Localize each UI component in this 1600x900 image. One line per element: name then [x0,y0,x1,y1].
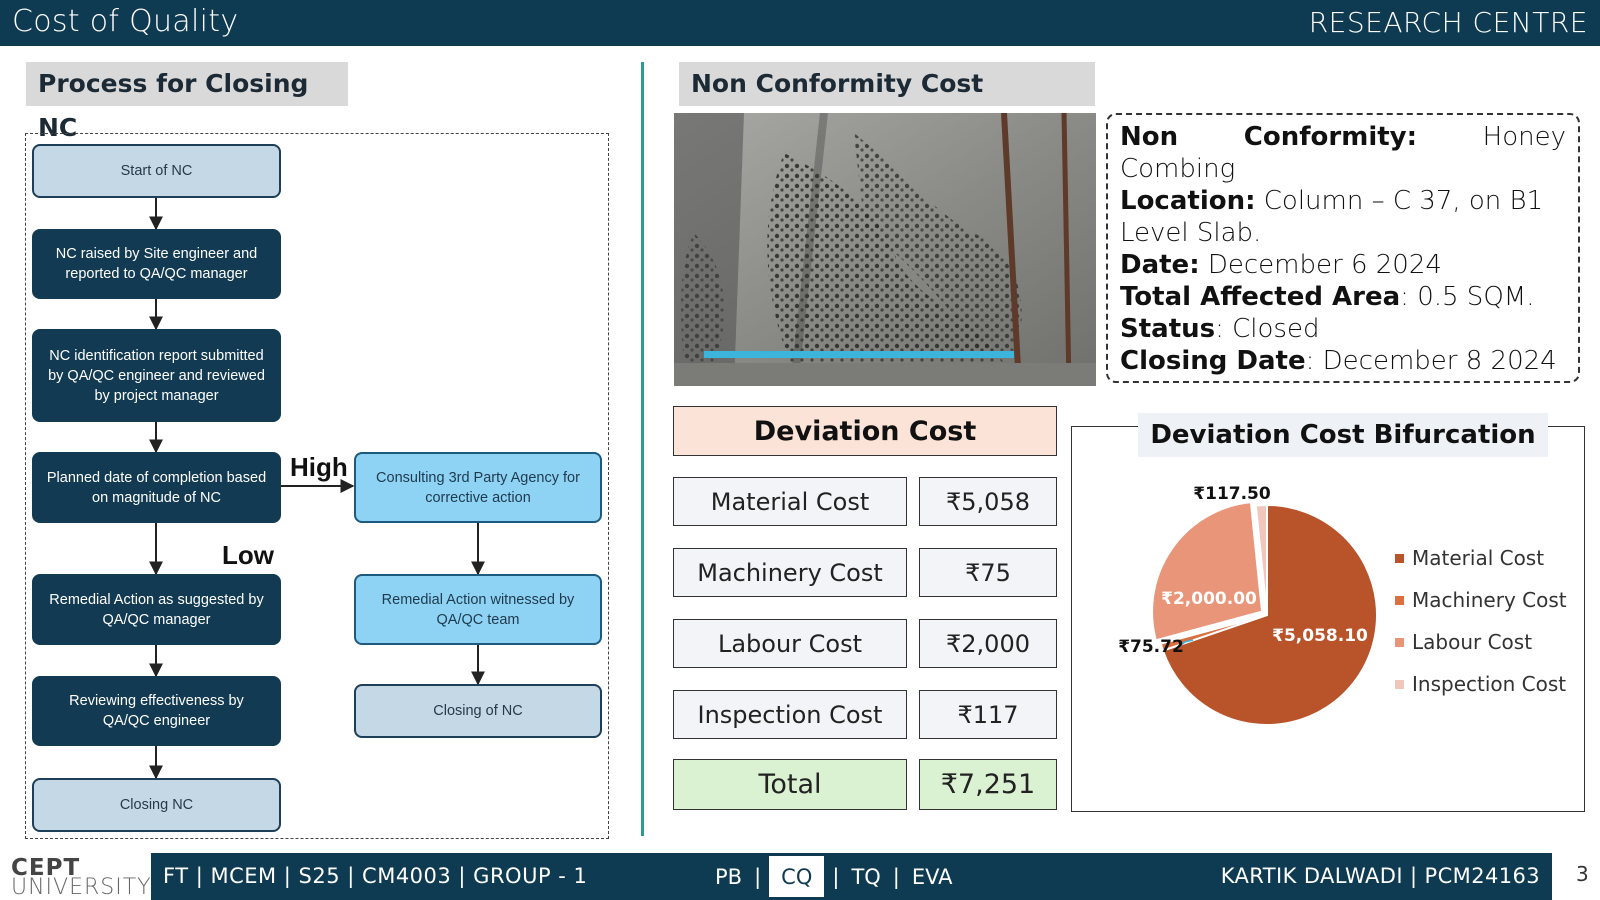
flow-start-nc: Start of NC [32,144,281,198]
flow-remedial-action: Remedial Action as suggested by QA/QC ma… [32,574,281,645]
vertical-divider [641,62,644,836]
cost-label-inspection: Inspection Cost [673,690,907,739]
flow-closing-of-nc: Closing of NC [354,684,602,738]
date-label: Date: [1120,250,1200,280]
nav-separator: | [832,864,840,889]
page-number: 3 [1576,862,1589,886]
cost-label-machinery: Machinery Cost [673,548,907,597]
closing-date-value: : December 8 2024 [1305,346,1557,376]
location-label: Location: [1120,186,1256,216]
footer-bar: FT | MCEM | S25 | CM4003 | GROUP - 1 PB … [151,853,1552,900]
nc-cost-heading: Non Conformity Cost [679,62,1095,106]
nc-photo [674,113,1096,386]
location-line: Location: Column – C 37, on B1 [1120,185,1566,217]
closing-date-label: Closing Date [1120,346,1306,376]
top-bar: Cost of Quality RESEARCH CENTRE [0,0,1600,46]
flow-reviewing: Reviewing effectiveness by QA/QC enginee… [32,676,281,746]
flow-closing-nc: Closing NC [32,778,281,832]
org-name: RESEARCH CENTRE [1308,6,1588,39]
legend-item-labour-cost: Labour Cost [1395,621,1567,663]
slide-title: Cost of Quality [12,4,239,39]
deviation-cost-heading: Deviation Cost [673,406,1057,456]
area-value: : 0.5 SQM. [1400,282,1535,312]
area-label: Total Affected Area [1120,282,1401,312]
legend-label: Inspection Cost [1412,672,1567,696]
legend-label: Labour Cost [1412,630,1533,654]
high-label: High [290,452,348,482]
status-label: Status [1120,314,1216,344]
footer-author: KARTIK DALWADI | PCM24163 [1220,864,1540,888]
nav-pb[interactable]: PB [711,865,746,889]
pie-data-label-material-cost: ₹5,058.10 [1272,626,1368,646]
pie-data-label-labour-cost: ₹2,000.00 [1161,589,1257,609]
legend-item-inspection-cost: Inspection Cost [1395,663,1567,705]
nav-separator: | [754,864,762,889]
flow-planned-date: Planned date of completion based on magn… [32,452,281,523]
pie-data-label-machinery-cost: ₹75.72 [1118,637,1184,657]
nc-value-2: Combing [1120,154,1236,184]
flow-nc-raised: NC raised by Site engineer and reported … [32,229,281,299]
legend-item-machinery-cost: Machinery Cost [1395,579,1567,621]
date-line: Date: December 6 2024 [1120,249,1566,281]
nc-details-box: Non Conformity: Honey Combing Location: … [1106,113,1580,383]
legend-label: Machinery Cost [1412,588,1567,612]
status-line: Status: Closed [1120,313,1566,345]
cost-label-material: Material Cost [673,477,907,526]
cost-value-inspection: ₹117 [919,690,1057,739]
status-value: : Closed [1215,314,1320,344]
nc-type-line: Non Conformity: Honey [1120,121,1566,153]
process-heading: Process for Closing NC [26,62,348,142]
cost-value-total: ₹7,251 [919,759,1057,810]
closing-date-line: Closing Date: December 8 2024 [1120,345,1566,377]
cost-label-labour: Labour Cost [673,619,907,668]
flow-consulting: Consulting 3rd Party Agency for correcti… [354,452,602,523]
legend-swatch [1395,679,1404,689]
nc-label-2: Conformity: [1243,122,1418,152]
footer-course-info: FT | MCEM | S25 | CM4003 | GROUP - 1 [163,864,588,888]
nav-tq[interactable]: TQ [847,865,884,889]
nc-label: Non [1120,122,1179,152]
flow-nc-report: NC identification report submitted by QA… [32,329,281,422]
nc-value-1: Honey [1482,122,1566,152]
cost-value-material: ₹5,058 [919,477,1057,526]
area-line: Total Affected Area: 0.5 SQM. [1120,281,1566,313]
pie-data-label-inspection-cost: ₹117.50 [1193,484,1271,504]
nav-separator: | [892,864,900,889]
pie-chart-title: Deviation Cost Bifurcation [1138,413,1548,457]
footer-nav: PB | CQ | TQ | EVA [711,853,957,900]
location-value-1: Column – C 37, on B1 [1263,186,1544,216]
location-value-2: Level Slab. [1120,218,1262,248]
date-value: December 6 2024 [1207,250,1442,280]
flow-witnessed: Remedial Action witnessed by QA/QC team [354,574,602,645]
low-label: Low [222,540,274,570]
logo-line-2: UNIVERSITY [11,875,152,900]
pie-legend: Material Cost Machinery Cost Labour Cost In… [1395,537,1567,705]
cost-value-labour: ₹2,000 [919,619,1057,668]
pie-slice-labour-cost [1151,501,1264,642]
legend-item-material-cost: Material Cost [1395,537,1567,579]
cost-label-total: Total [673,759,907,810]
nav-eva[interactable]: EVA [908,865,957,889]
legend-swatch [1395,637,1404,647]
legend-swatch [1395,595,1404,605]
legend-label: Material Cost [1412,546,1545,570]
cept-logo: CEPT UNIVERSITY [11,855,151,900]
cost-value-machinery: ₹75 [919,548,1057,597]
nav-cq[interactable]: CQ [769,856,825,897]
legend-swatch [1395,553,1404,563]
